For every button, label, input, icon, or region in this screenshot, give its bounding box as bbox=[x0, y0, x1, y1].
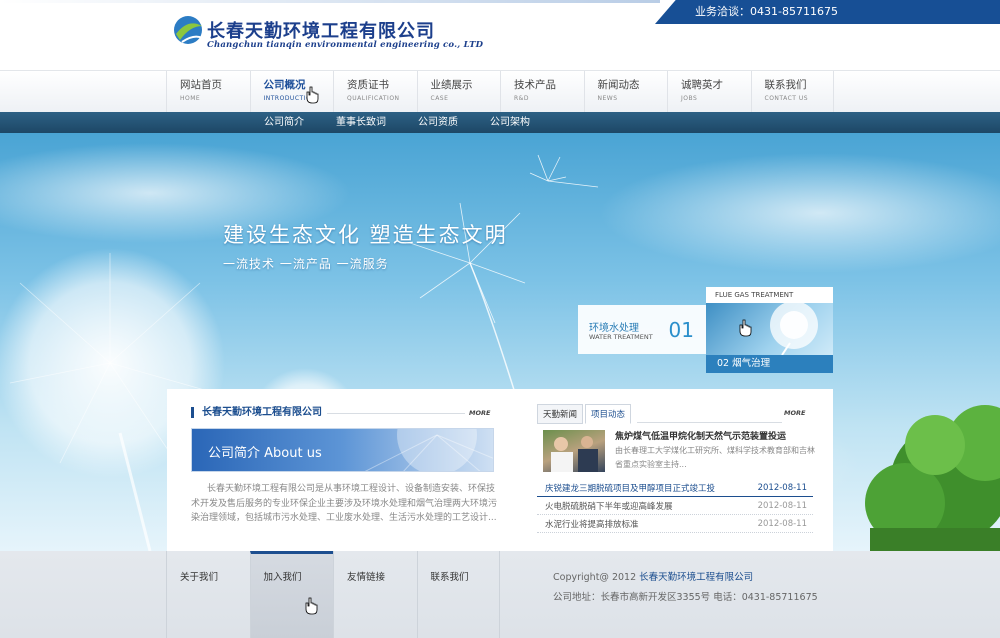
news-item-date: 2012-08-11 bbox=[757, 518, 807, 529]
slide-tab-flue-gas[interactable]: FLUE GAS TREATMENT 02 烟气治理 bbox=[706, 287, 833, 373]
news-more-link[interactable]: MORE bbox=[784, 409, 805, 417]
nav-item-sublabel: CONTACT US bbox=[764, 95, 809, 102]
featured-news-photo[interactable] bbox=[543, 430, 605, 472]
sub-nav: 公司简介 董事长致词 公司资质 公司架构 bbox=[0, 112, 1000, 133]
featured-news-title[interactable]: 焦炉煤气低温甲烷化制天然气示范装置投运 bbox=[615, 429, 786, 442]
nav-item-label: 技术产品 bbox=[514, 79, 556, 91]
news-list-item[interactable]: 火电脱硫脱硝下半年或迎高峰发展 2012-08-11 bbox=[537, 497, 813, 515]
news-item-date: 2012-08-11 bbox=[757, 500, 807, 511]
news-tab[interactable]: 天勤新闻 bbox=[537, 404, 584, 424]
nav-item-r-d[interactable]: 技术产品 R&D bbox=[500, 71, 584, 113]
subnav-item[interactable]: 公司简介 bbox=[264, 112, 304, 133]
subnav-item[interactable]: 公司资质 bbox=[418, 112, 458, 133]
news-tabs: 天勤新闻 项目动态 bbox=[537, 404, 633, 424]
nav-item-sublabel: HOME bbox=[180, 95, 201, 102]
news-list-item[interactable]: 庆锐建龙三期脱硫项目及甲醇项目正式竣工投 2012-08-11 bbox=[537, 479, 813, 497]
nav-item-sublabel: NEWS bbox=[597, 95, 618, 102]
slide-tab-water-number: 01 bbox=[668, 318, 694, 342]
copyright: Copyright@ 2012 长春天勤环境工程有限公司 bbox=[553, 569, 753, 583]
site-header: 长春天勤环境工程有限公司 Changchun tianqin environme… bbox=[0, 0, 1000, 70]
news-item-date: 2012-08-11 bbox=[757, 482, 807, 493]
about-description: 长春天勤环境工程有限公司是从事环境工程设计、设备制造安装、环保技术开发及售后服务… bbox=[191, 484, 498, 523]
nav-item-label: 诚聘英才 bbox=[681, 79, 723, 91]
copyright-prefix: Copyright@ 2012 bbox=[553, 572, 640, 583]
nav-item-qualification[interactable]: 资质证书 QUALIFICATION bbox=[333, 71, 417, 113]
news-tab[interactable]: 项目动态 bbox=[585, 404, 632, 424]
subnav-item[interactable]: 公司架构 bbox=[490, 112, 530, 133]
footer-link[interactable]: 加入我们 bbox=[249, 551, 333, 638]
about-section-title: 长春天勤环境工程有限公司 bbox=[191, 407, 322, 418]
featured-news-desc: 由长春理工大学煤化工研究所、煤科学技术教育部和吉林省重点实验室主持... bbox=[615, 446, 815, 469]
about-us-banner-image[interactable]: 公司简介 About us bbox=[191, 428, 494, 472]
slide-tab-flue-title: FLUE GAS TREATMENT bbox=[706, 287, 833, 303]
footer-links: 关于我们 加入我们 友情链接 联系我们 bbox=[166, 551, 500, 638]
business-hotline: 业务洽谈：0431-85711675 bbox=[655, 0, 1000, 24]
nav-item-case[interactable]: 业绩展示 CASE bbox=[416, 71, 501, 113]
slide-tab-flue-caption: 02 烟气治理 bbox=[706, 355, 833, 373]
about-us-banner-text: 公司简介 About us bbox=[208, 446, 322, 461]
slide-tab-water-treatment[interactable]: 环境水处理 WATER TREATMENT 01 bbox=[578, 305, 706, 354]
slide-tab-water-en: WATER TREATMENT bbox=[589, 333, 653, 341]
main-nav-items: 网站首页 HOME 公司概况 INTRODUCTION 资质证书 QUALIFICATIO… bbox=[166, 71, 834, 113]
footer-address: 公司地址：长春市高新开发区3355号 电话：0431-85711675 bbox=[553, 592, 818, 603]
people-photo-icon bbox=[551, 436, 598, 472]
news-list: 庆锐建龙三期脱硫项目及甲醇项目正式竣工投 2012-08-11 火电脱硫脱硝下半年或… bbox=[537, 479, 813, 533]
nav-item-sublabel: QUALIFICATION bbox=[347, 95, 400, 102]
news-item-title: 庆锐建龙三期脱硫项目及甲醇项目正式竣工投 bbox=[545, 483, 716, 494]
main-nav: 网站首页 HOME 公司概况 INTRODUCTION 资质证书 QUALIFICATIO… bbox=[0, 70, 1000, 113]
about-more-link[interactable]: MORE bbox=[469, 409, 490, 417]
nav-item-contact-us[interactable]: 联系我们 CONTACT US bbox=[750, 71, 834, 113]
footer-link[interactable]: 友情链接 bbox=[333, 551, 417, 638]
hand-cursor-icon bbox=[306, 86, 319, 104]
header-top-strip bbox=[0, 0, 660, 3]
nav-item-label: 网站首页 bbox=[180, 79, 222, 91]
news-list-item[interactable]: 水泥行业将提高排放标准 2012-08-11 bbox=[537, 515, 813, 533]
nav-item-label: 资质证书 bbox=[347, 79, 389, 91]
hand-cursor-icon bbox=[305, 597, 318, 615]
content-panel: 长春天勤环境工程有限公司 MORE 公司简介 About us 长春天勤环境工程… bbox=[167, 389, 833, 551]
nav-item-label: 新闻动态 bbox=[597, 79, 640, 91]
footer-link[interactable]: 关于我们 bbox=[166, 551, 250, 638]
slide-tab-water-cn: 环境水处理 bbox=[589, 323, 639, 334]
news-item-title: 火电脱硫脱硝下半年或迎高峰发展 bbox=[545, 501, 673, 512]
nav-item-news[interactable]: 新闻动态 NEWS bbox=[583, 71, 668, 113]
hand-cursor-icon bbox=[739, 319, 752, 337]
news-tab-divider bbox=[637, 422, 782, 423]
slide-tab-flue-image bbox=[706, 303, 833, 355]
dandelion-thumbnail-icon bbox=[770, 303, 818, 355]
site-footer: 关于我们 加入我们 友情链接 联系我们 Copyright@ 2012 长春天勤环境工… bbox=[0, 551, 1000, 638]
nav-item-sublabel: JOBS bbox=[681, 95, 698, 102]
nav-item-label: 联系我们 bbox=[764, 79, 807, 91]
nav-item-label: 公司概况 bbox=[263, 79, 306, 91]
nav-item-introduction[interactable]: 公司概况 INTRODUCTION bbox=[249, 71, 334, 113]
copyright-company[interactable]: 长春天勤环境工程有限公司 bbox=[639, 572, 753, 583]
footer-link[interactable]: 联系我们 bbox=[416, 551, 500, 638]
nav-item-jobs[interactable]: 诚聘英才 JOBS bbox=[667, 71, 751, 113]
nav-item-sublabel: CASE bbox=[430, 95, 449, 102]
banner-slogan: 建设生态文化 塑造生态文明 bbox=[223, 223, 508, 247]
company-logo-icon[interactable] bbox=[172, 14, 212, 50]
sub-nav-items: 公司简介 董事长致词 公司资质 公司架构 bbox=[264, 112, 562, 133]
nav-item-home[interactable]: 网站首页 HOME bbox=[166, 71, 250, 113]
nav-item-sublabel: INTRODUCTION bbox=[263, 95, 317, 102]
about-title-divider bbox=[327, 413, 465, 414]
subnav-item[interactable]: 董事长致词 bbox=[336, 112, 386, 133]
nav-item-label: 业绩展示 bbox=[430, 79, 473, 91]
nav-item-sublabel: R&D bbox=[514, 95, 529, 102]
news-item-title: 水泥行业将提高排放标准 bbox=[545, 519, 639, 530]
company-name-en: Changchun tianqin environmental engineer… bbox=[207, 40, 484, 50]
banner-subslogan: 一流技术 一流产品 一流服务 bbox=[223, 257, 389, 271]
